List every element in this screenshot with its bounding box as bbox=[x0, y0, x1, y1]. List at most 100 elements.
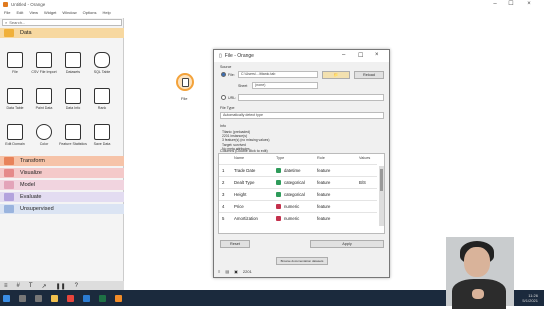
browse-folder-icon[interactable]: 📁 bbox=[322, 71, 350, 79]
file-node[interactable] bbox=[176, 73, 194, 91]
widget-feature-statistics[interactable]: Feature Statistics bbox=[59, 122, 87, 158]
statistics-icon bbox=[65, 124, 81, 140]
output-count: 2201 bbox=[242, 269, 252, 274]
widget-file[interactable]: File bbox=[1, 50, 29, 86]
category-visualize[interactable]: Visualize bbox=[0, 168, 124, 178]
widget-data-info[interactable]: Data Info bbox=[59, 86, 87, 122]
file-dialog: ▯ File - Orange – ☐ × Source File: C:\Us… bbox=[213, 49, 390, 278]
rank-icon bbox=[94, 88, 110, 104]
widget-datasets[interactable]: Datasets bbox=[59, 50, 87, 86]
url-radio[interactable] bbox=[221, 95, 226, 100]
widget-sql-table[interactable]: SQL Table bbox=[88, 50, 116, 86]
menu-file[interactable]: File bbox=[4, 10, 10, 15]
widget-save-data[interactable]: Save Data bbox=[88, 122, 116, 158]
dialog-status-bar: ≡ ▤ ▣ 2201 bbox=[218, 269, 252, 274]
categorical-type-icon bbox=[276, 192, 281, 197]
unsupervised-icon bbox=[4, 205, 14, 213]
browse-datasets-button[interactable]: Browse documentation datasets bbox=[276, 257, 328, 265]
file-type-select[interactable]: Automatically detect type bbox=[220, 112, 384, 119]
document-icon bbox=[181, 77, 189, 87]
widget-panel: ⌕ Search... Data File CSV File Import Da… bbox=[0, 18, 124, 288]
transform-icon bbox=[4, 157, 14, 165]
widget-color[interactable]: Color bbox=[30, 122, 58, 158]
url-input[interactable] bbox=[238, 94, 384, 101]
category-evaluate[interactable]: Evaluate bbox=[0, 192, 124, 202]
edge-icon[interactable] bbox=[83, 294, 90, 302]
orange-taskbar-icon[interactable] bbox=[115, 294, 122, 302]
pause-icon[interactable]: ❚❚ bbox=[56, 283, 66, 290]
header-name[interactable]: Name bbox=[234, 156, 244, 160]
explorer-icon[interactable] bbox=[51, 294, 58, 302]
category-data[interactable]: Data bbox=[0, 28, 124, 38]
menu-options[interactable]: Options bbox=[83, 10, 97, 15]
sheet-select[interactable]: (none) bbox=[252, 82, 318, 89]
sheet-label: Sheet bbox=[238, 84, 248, 88]
widget-edit-domain[interactable]: Edit Domain bbox=[1, 122, 29, 158]
paint-icon bbox=[36, 88, 52, 104]
maximize-icon[interactable]: ☐ bbox=[504, 0, 518, 8]
file-label: File: bbox=[228, 73, 235, 77]
menu-bar: File Edit View Widget Window Options Hel… bbox=[0, 9, 124, 16]
category-model[interactable]: Model bbox=[0, 180, 124, 190]
category-unsupervised[interactable]: Unsupervised bbox=[0, 204, 124, 214]
widget-csv-import[interactable]: CSV File Import bbox=[30, 50, 58, 86]
dialog-file-icon: ▯ bbox=[219, 53, 222, 59]
report-icon[interactable]: ▤ bbox=[225, 269, 229, 274]
grid-icon[interactable]: # bbox=[17, 283, 20, 289]
widget-data-table[interactable]: Data Table bbox=[1, 86, 29, 122]
reset-button[interactable]: Reset bbox=[220, 240, 250, 248]
table-row[interactable]: 2 Dealt Type categorical feature B/S bbox=[219, 176, 377, 188]
widget-rank[interactable]: Rank bbox=[88, 86, 116, 122]
help-icon[interactable]: ? bbox=[75, 283, 78, 289]
presenter-hand bbox=[472, 289, 484, 299]
table-scrollbar[interactable] bbox=[379, 166, 384, 226]
datasets-icon bbox=[65, 52, 81, 68]
category-transform[interactable]: Transform bbox=[0, 156, 124, 166]
info-icon bbox=[65, 88, 81, 104]
reload-button[interactable]: Reload bbox=[354, 71, 384, 79]
excel-icon[interactable] bbox=[99, 294, 106, 302]
categorical-type-icon bbox=[276, 180, 281, 185]
dialog-maximize-icon[interactable]: ☐ bbox=[358, 52, 363, 59]
table-row[interactable]: 1 Trade Date datetime feature bbox=[219, 164, 377, 176]
table-row[interactable]: 5 Amortization numeric feature bbox=[219, 212, 377, 224]
dialog-minimize-icon[interactable]: – bbox=[342, 52, 345, 58]
start-icon[interactable] bbox=[3, 294, 10, 302]
close-icon[interactable]: × bbox=[522, 0, 536, 8]
search-taskbar-icon[interactable] bbox=[19, 294, 26, 302]
system-clock[interactable]: 11:26 5/1/2021 bbox=[522, 293, 538, 303]
dialog-close-icon[interactable]: × bbox=[375, 52, 379, 58]
menu-edit[interactable]: Edit bbox=[16, 10, 23, 15]
columns-table: Name Type Role Values 1 Trade Date datet… bbox=[218, 153, 385, 234]
presenter-face bbox=[464, 247, 490, 277]
window-title-bar: Untitled - Orange bbox=[0, 0, 544, 8]
numeric-type-icon bbox=[276, 216, 281, 221]
header-values[interactable]: Values bbox=[359, 156, 370, 160]
menu-icon[interactable]: ≡ bbox=[218, 269, 220, 274]
menu-help[interactable]: Help bbox=[102, 10, 110, 15]
file-node-label: File bbox=[181, 96, 188, 101]
widget-paint-data[interactable]: Paint Data bbox=[30, 86, 58, 122]
table-row[interactable]: 3 Height categorical feature bbox=[219, 188, 377, 200]
header-role[interactable]: Role bbox=[317, 156, 325, 160]
table-row[interactable]: 4 Price numeric feature bbox=[219, 200, 377, 212]
chrome-icon[interactable] bbox=[67, 294, 74, 302]
menu-widget[interactable]: Widget bbox=[44, 10, 56, 15]
task-view-icon[interactable] bbox=[35, 294, 42, 302]
search-icon: ⌕ bbox=[5, 20, 8, 25]
menu-window[interactable]: Window bbox=[62, 10, 76, 15]
file-radio[interactable] bbox=[221, 72, 226, 77]
save-report-icon[interactable]: ▣ bbox=[234, 269, 238, 274]
file-icon bbox=[7, 52, 23, 68]
minimize-icon[interactable]: – bbox=[488, 0, 502, 8]
scrollbar-thumb[interactable] bbox=[380, 169, 383, 191]
widget-search-input[interactable]: ⌕ Search... bbox=[2, 19, 122, 26]
list-icon[interactable]: ≡ bbox=[4, 283, 8, 289]
arrow-annotation-icon[interactable]: ↗ bbox=[42, 283, 47, 290]
text-annotation-icon[interactable]: T bbox=[29, 283, 33, 289]
menu-view[interactable]: View bbox=[29, 10, 38, 15]
header-type[interactable]: Type bbox=[276, 156, 284, 160]
orange-app-icon bbox=[3, 1, 8, 7]
apply-button[interactable]: Apply bbox=[310, 240, 384, 248]
file-path-select[interactable]: C:\Users\...\titanic.tab bbox=[238, 71, 318, 78]
